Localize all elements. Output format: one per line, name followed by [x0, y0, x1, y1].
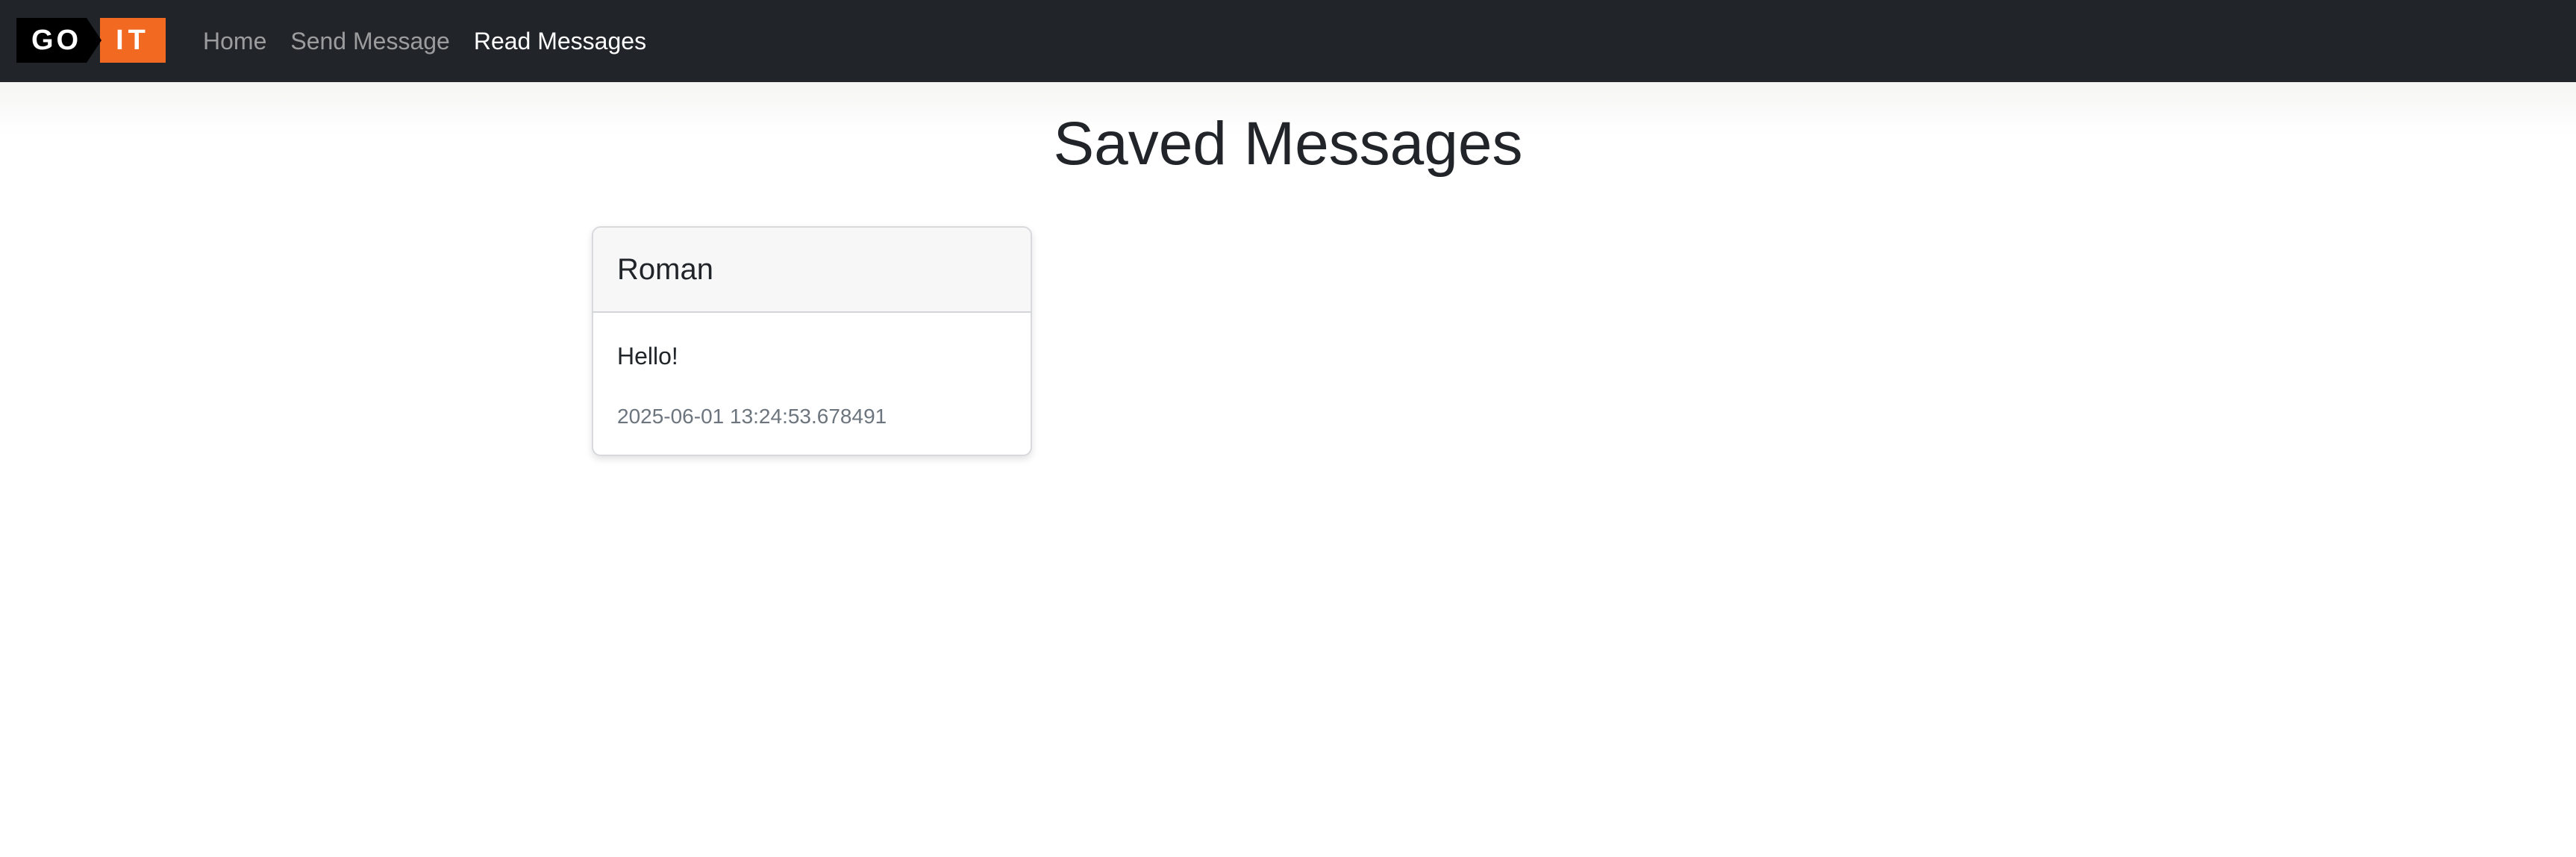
message-card: Roman Hello! 2025-06-01 13:24:53.678491: [592, 226, 1032, 456]
message-body: Hello! 2025-06-01 13:24:53.678491: [593, 313, 1031, 428]
nav-link-send-message[interactable]: Send Message: [290, 28, 449, 55]
message-timestamp: 2025-06-01 13:24:53.678491: [617, 405, 887, 428]
navbar: GO IT Home Send Message Read Messages: [0, 0, 2576, 82]
page-title: Saved Messages: [1053, 110, 1523, 178]
logo-it-part: IT: [100, 18, 166, 63]
message-author: Roman: [593, 228, 1031, 313]
logo-go-part: GO: [16, 18, 101, 63]
message-text: Hello!: [617, 343, 678, 370]
nav-link-home[interactable]: Home: [203, 28, 266, 55]
nav-link-read-messages[interactable]: Read Messages: [474, 28, 646, 55]
goit-logo[interactable]: GO IT: [16, 18, 167, 63]
nav-links: Home Send Message Read Messages: [203, 0, 646, 82]
